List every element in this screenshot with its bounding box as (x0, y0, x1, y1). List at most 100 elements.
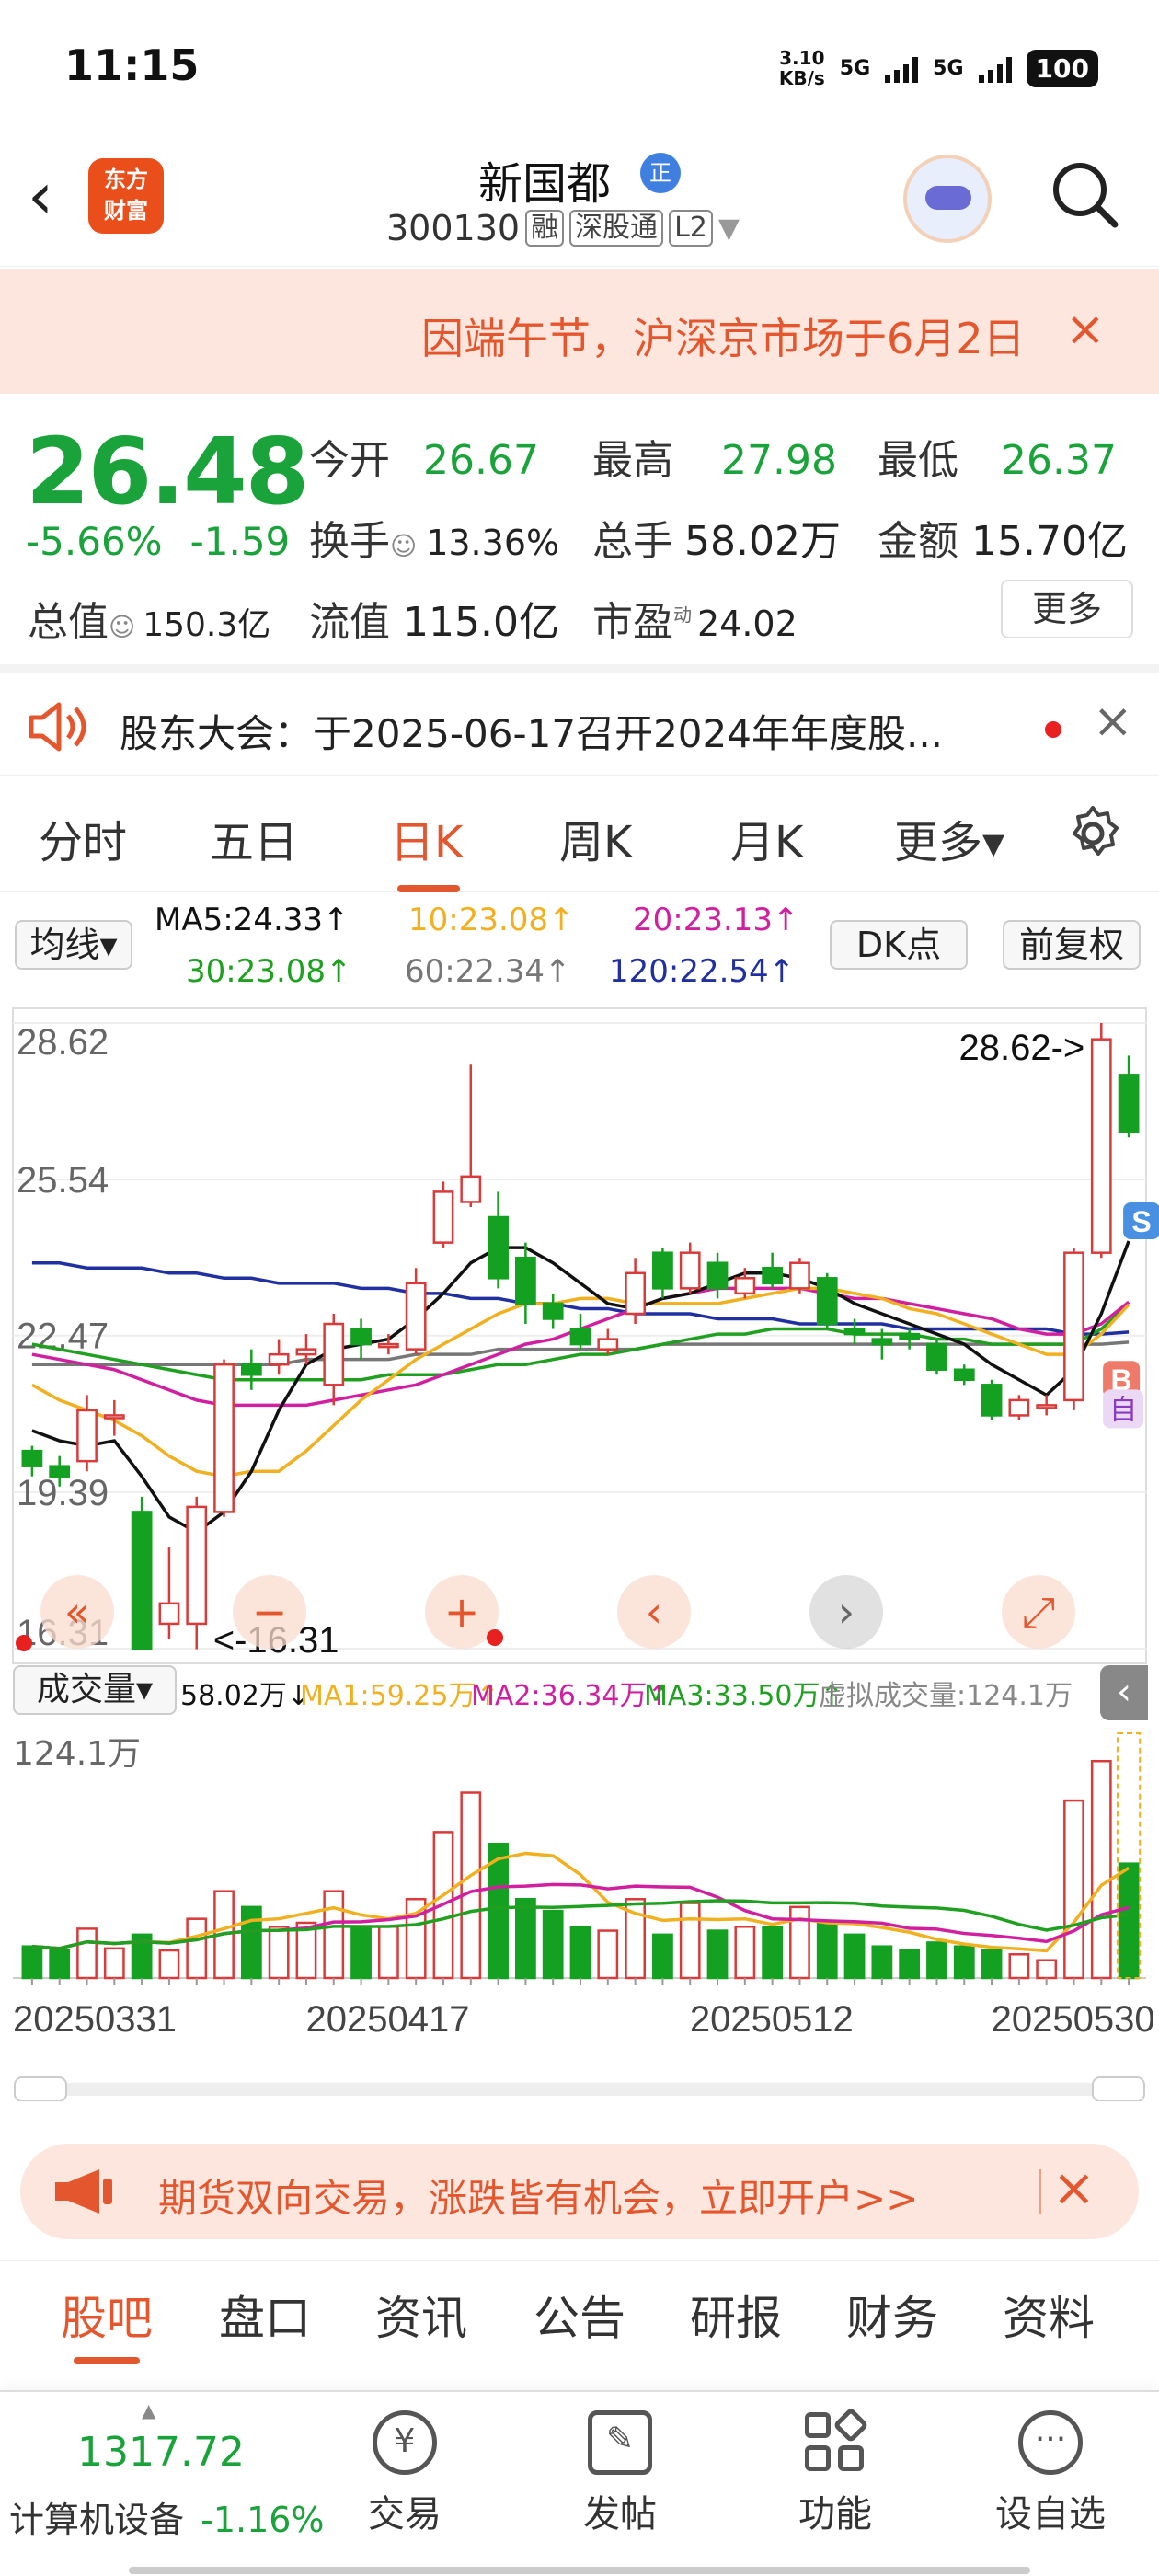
network-speed: 3.10 KB/s (779, 48, 825, 88)
candle-body (1090, 1038, 1112, 1254)
self-select-marker-label: 自 (1109, 1394, 1137, 1426)
ad-divider (1039, 2169, 1041, 2214)
active-tab-underline (397, 885, 460, 892)
x-tick-label: 20250331 (13, 1999, 177, 2040)
volume-bar (706, 1929, 729, 1980)
chart-control-icon: ‹ (646, 1587, 662, 1637)
mktcap-field: 总值☺ 150.3亿 (28, 589, 270, 648)
status-bar: 11:15 3.10 KB/s 5G 5G 100 (0, 0, 1159, 138)
volume-max-label: 124.1万 (13, 1735, 141, 1773)
tab-announcements[interactable]: 公告 (534, 2282, 625, 2348)
stock-code-row[interactable]: 300130 融 深股通 L2 ▼ (386, 208, 740, 248)
caret-up-icon: ▲ (142, 2399, 156, 2421)
speed-value: 3.10 (779, 47, 825, 69)
shareholder-notice[interactable]: 股东大会：于2025-06-17召开2024年年度股... × (0, 664, 1159, 776)
holiday-notice-banner[interactable]: 因端午节，沪深京市场于6月2日 × (0, 269, 1159, 394)
low-label: 最低 (878, 437, 958, 484)
volume-field: 总手 58.02万 (592, 508, 841, 567)
candle-body (21, 1449, 43, 1467)
tab-weekly-k[interactable]: 周K (559, 806, 632, 870)
robot-avatar-icon[interactable] (903, 155, 992, 243)
tab-research[interactable]: 研报 (690, 2282, 782, 2348)
collapse-arrow-icon[interactable]: ‹ (1100, 1665, 1148, 1720)
tab-daily-k[interactable]: 日K (390, 806, 463, 870)
volume-bar (981, 1949, 1003, 1980)
tab-pankou[interactable]: 盘口 (219, 2282, 311, 2348)
chart-control-icon: « (64, 1587, 90, 1637)
open-value: 26.67 (423, 437, 539, 484)
badge-icon: 正 (640, 153, 681, 193)
search-icon[interactable] (1049, 158, 1119, 228)
volume-bar (76, 1927, 98, 1980)
footer-trade[interactable]: ¥ 交易 (340, 2410, 469, 2537)
more-button[interactable]: 更多 (1001, 580, 1133, 638)
indicator-selector[interactable]: 均线▾ (15, 920, 132, 970)
volume-ma3: MA3:33.50万↑ (644, 1680, 843, 1712)
futures-ad-banner[interactable]: 期货双向交易，涨跌皆有机会，立即开户>> × (20, 2144, 1139, 2239)
close-icon[interactable]: × (1052, 2158, 1096, 2218)
candle-body (268, 1352, 290, 1366)
low-field: 最低 26.37 (878, 427, 1117, 486)
candle-body (981, 1384, 1003, 1417)
yen-icon: ¥ (373, 2410, 437, 2475)
info-icon[interactable]: ☺ (390, 531, 417, 561)
tab-finance[interactable]: 财务 (846, 2282, 938, 2348)
tab-five-day[interactable]: 五日 (210, 806, 298, 870)
footer-post[interactable]: ✎ 发帖 (556, 2410, 684, 2537)
volume-bar (843, 1933, 866, 1980)
info-icon[interactable]: ☺ (109, 612, 135, 642)
candle-body (625, 1271, 646, 1316)
candle-body (515, 1256, 536, 1305)
volume-bar (899, 1949, 921, 1980)
dk-point-button[interactable]: DK点 (830, 920, 968, 970)
tab-intraday[interactable]: 分时 (39, 806, 127, 870)
footer-functions[interactable]: 功能 (771, 2407, 900, 2537)
volume-bar (597, 1929, 619, 1980)
chart-period-tabs: 分时 五日 日K 周K 月K 更多▾ (0, 778, 1159, 892)
pe-label: 市盈 (592, 599, 673, 646)
app-logo[interactable]: 东方 财富 (88, 158, 164, 234)
tab-more[interactable]: 更多▾ (894, 806, 1004, 870)
tab-guba[interactable]: 股吧 (61, 2282, 153, 2348)
low-value: 26.37 (1001, 437, 1117, 484)
settings-gear-icon[interactable] (1063, 804, 1122, 863)
candle-body (186, 1505, 208, 1626)
volume-bar (268, 1926, 290, 1980)
tab-monthly-k[interactable]: 月K (730, 806, 803, 870)
candle-body (131, 1511, 153, 1650)
grid-icon (803, 2407, 869, 2475)
scrollbar-handle-left (14, 2076, 67, 2101)
sector-index[interactable]: ▲ 1317.72 计算机设备 -1.16% (0, 2392, 325, 2558)
close-icon[interactable]: × (1093, 694, 1133, 749)
scrollbar-handle-right (1092, 2076, 1145, 2101)
kline-chart-svg[interactable]: 28.6225.5422.4719.3916.3128.62-><-16.31B… (0, 997, 1159, 2101)
float-value: 115.0亿 (403, 599, 559, 646)
ma120-label: 120:22.54↑ (609, 953, 796, 990)
candle-body (460, 1175, 482, 1203)
unread-dot (1045, 721, 1061, 738)
virtual-volume: 虚拟成交量:124.1万 (819, 1680, 1073, 1712)
status-icons: 3.10 KB/s 5G 5G 100 (779, 48, 1098, 88)
adjust-button[interactable]: 前复权 (1003, 920, 1141, 970)
volume-bar (926, 1941, 947, 1980)
volume-bar (816, 1921, 838, 1980)
back-icon[interactable]: ‹ (28, 164, 53, 228)
tab-news[interactable]: 资讯 (375, 2282, 467, 2348)
volume-selector[interactable]: 成交量▾ (13, 1665, 177, 1715)
mktcap-value: 150.3亿 (143, 606, 271, 644)
volume-ma2: MA2:36.34万↑ (471, 1680, 671, 1712)
footer-watchlist[interactable]: ··· 设自选 (986, 2410, 1115, 2537)
tab-profile[interactable]: 资料 (1003, 2282, 1095, 2348)
ad-text: 期货双向交易，涨跌皆有机会，立即开户>> (158, 2176, 919, 2221)
volume-bar (1036, 1959, 1058, 1980)
kline-chart-area[interactable]: 28.6225.5422.4719.3916.3128.62-><-16.31B… (0, 997, 1159, 2101)
close-icon[interactable]: × (1065, 302, 1106, 357)
high-field: 最高 27.98 (592, 427, 837, 486)
high-annotation: 28.62-> (959, 1028, 1085, 1068)
edit-icon: ✎ (588, 2410, 652, 2475)
ma60-label: 60:22.34↑ (405, 953, 571, 990)
info-tabs: 股吧 盘口 资讯 公告 研报 财务 资料 (0, 2260, 1159, 2370)
candle-body (843, 1328, 866, 1336)
candle-body (1118, 1074, 1140, 1133)
candle-body (597, 1338, 619, 1351)
